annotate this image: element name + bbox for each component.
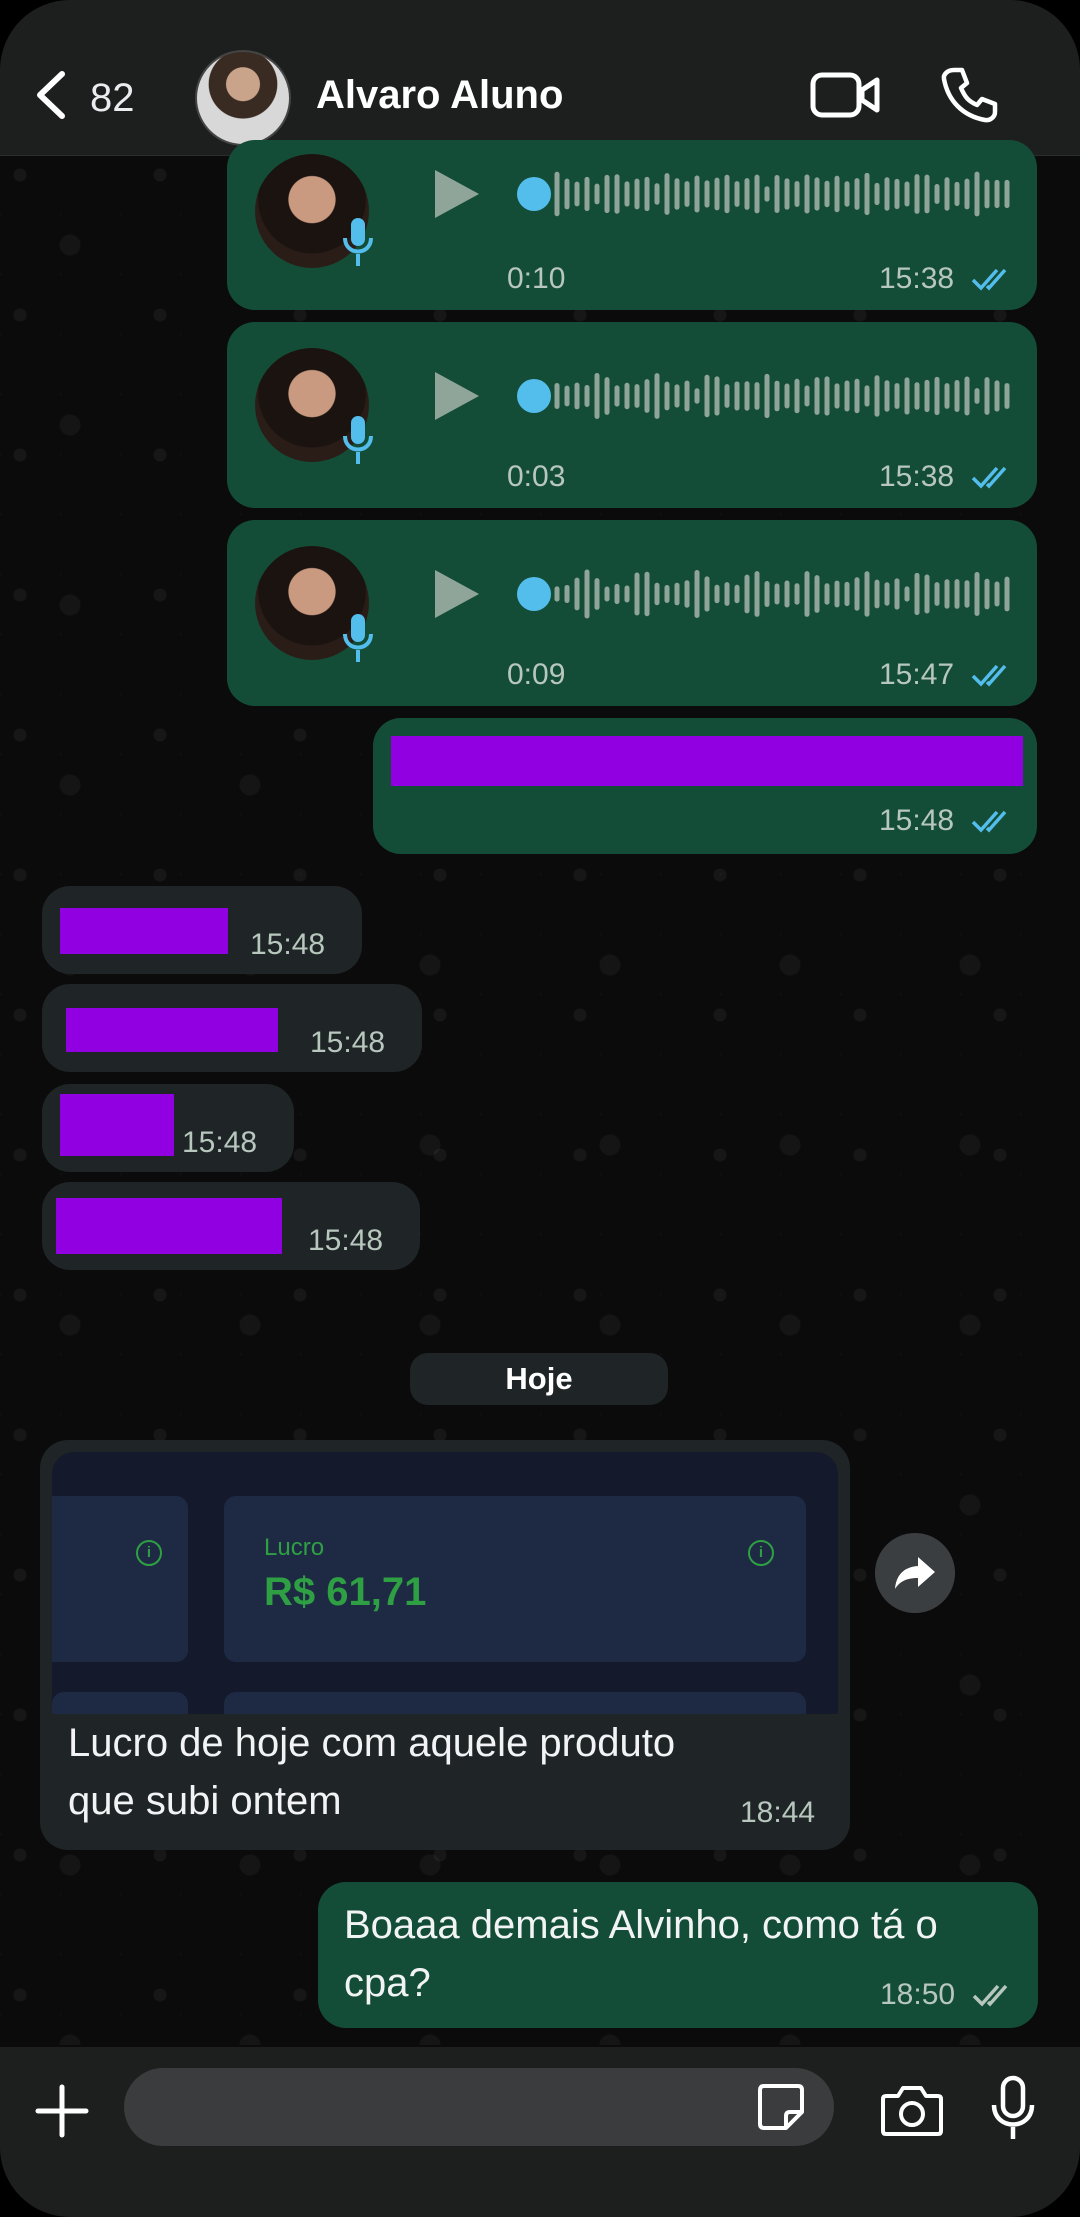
forward-icon[interactable] xyxy=(875,1533,955,1613)
redacted-content xyxy=(56,1198,282,1254)
voice-duration: 0:03 xyxy=(507,460,566,493)
caption-line: Lucro de hoje com aquele produto xyxy=(68,1721,676,1765)
voice-message[interactable]: 0:09 15:47 xyxy=(227,520,1037,706)
unread-count[interactable]: 82 xyxy=(90,76,135,121)
voice-duration: 0:09 xyxy=(507,658,566,691)
playback-position[interactable] xyxy=(517,379,551,413)
playback-position[interactable] xyxy=(517,177,551,211)
incoming-message[interactable]: 15:48 xyxy=(42,886,362,974)
message-time: 18:44 xyxy=(740,1796,816,1829)
mic-icon xyxy=(343,614,373,662)
mic-icon xyxy=(343,218,373,266)
image-message[interactable]: i Lucro R$ 61,71 i Lucro de hoje com aqu… xyxy=(40,1440,850,1850)
incoming-message[interactable]: 15:48 xyxy=(42,1182,420,1270)
incoming-message[interactable]: 15:48 xyxy=(42,984,422,1072)
video-call-icon[interactable] xyxy=(810,70,880,120)
message-time: 15:38 xyxy=(879,262,955,295)
stat-card xyxy=(224,1692,806,1714)
voice-message[interactable]: 0:10 15:38 xyxy=(227,140,1037,310)
day-separator: Hoje xyxy=(410,1353,668,1405)
voice-message[interactable]: 0:03 15:38 xyxy=(227,322,1037,508)
chat-header: 82 Alvaro Aluno xyxy=(0,0,1080,156)
redacted-content xyxy=(391,736,1023,786)
waveform[interactable] xyxy=(549,158,1021,230)
redacted-content xyxy=(60,1094,174,1156)
double-check-icon xyxy=(971,466,1007,489)
double-check-icon xyxy=(972,1984,1008,2007)
mic-icon xyxy=(343,416,373,464)
caption-line: que subi ontem xyxy=(68,1779,342,1823)
voice-duration: 0:10 xyxy=(507,262,566,295)
message-time: 15:48 xyxy=(182,1126,258,1159)
info-icon: i xyxy=(136,1540,162,1566)
double-check-icon xyxy=(971,268,1007,291)
waveform[interactable] xyxy=(549,360,1021,432)
chat-screen: 82 Alvaro Aluno 0:10 15:38 0:03 15:38 0:… xyxy=(0,0,1080,2217)
sticker-icon[interactable] xyxy=(756,2082,806,2132)
info-icon: i xyxy=(748,1540,774,1566)
outgoing-message[interactable]: Boaaa demais Alvinho, como tá o cpa? 18:… xyxy=(318,1882,1038,2028)
profit-card: Lucro R$ 61,71 i xyxy=(224,1496,806,1662)
plus-icon[interactable] xyxy=(34,2083,90,2139)
playback-position[interactable] xyxy=(517,577,551,611)
double-check-icon xyxy=(971,664,1007,687)
message-time: 15:48 xyxy=(310,1026,386,1059)
back-chevron-icon[interactable] xyxy=(30,70,70,120)
contact-avatar[interactable] xyxy=(195,50,291,146)
waveform[interactable] xyxy=(549,558,1021,630)
message-time: 15:38 xyxy=(879,460,955,493)
double-check-icon xyxy=(971,810,1007,833)
profit-label: Lucro xyxy=(264,1534,325,1561)
mic-icon[interactable] xyxy=(990,2075,1036,2141)
redacted-content xyxy=(66,1008,278,1052)
profit-value: R$ 61,71 xyxy=(264,1570,427,1614)
outgoing-message[interactable]: 15:48 xyxy=(373,718,1037,854)
incoming-message[interactable]: 15:48 xyxy=(42,1084,294,1172)
stat-card xyxy=(52,1692,188,1714)
message-time: 15:47 xyxy=(879,658,955,691)
redacted-content xyxy=(60,908,228,954)
camera-icon[interactable] xyxy=(880,2082,944,2138)
message-time: 15:48 xyxy=(879,804,955,837)
message-text: Boaaa demais Alvinho, como tá o xyxy=(344,1903,938,1947)
message-time: 15:48 xyxy=(250,928,326,961)
stat-card: i xyxy=(52,1496,188,1662)
message-text: cpa? xyxy=(344,1961,431,2005)
message-time: 18:50 xyxy=(880,1978,956,2011)
message-input[interactable] xyxy=(124,2068,834,2146)
message-time: 15:48 xyxy=(308,1224,384,1257)
phone-icon[interactable] xyxy=(940,66,998,124)
play-icon[interactable] xyxy=(435,170,479,218)
contact-name[interactable]: Alvaro Aluno xyxy=(316,73,563,118)
play-icon[interactable] xyxy=(435,372,479,420)
screenshot-image[interactable]: i Lucro R$ 61,71 i xyxy=(52,1452,838,1714)
play-icon[interactable] xyxy=(435,570,479,618)
